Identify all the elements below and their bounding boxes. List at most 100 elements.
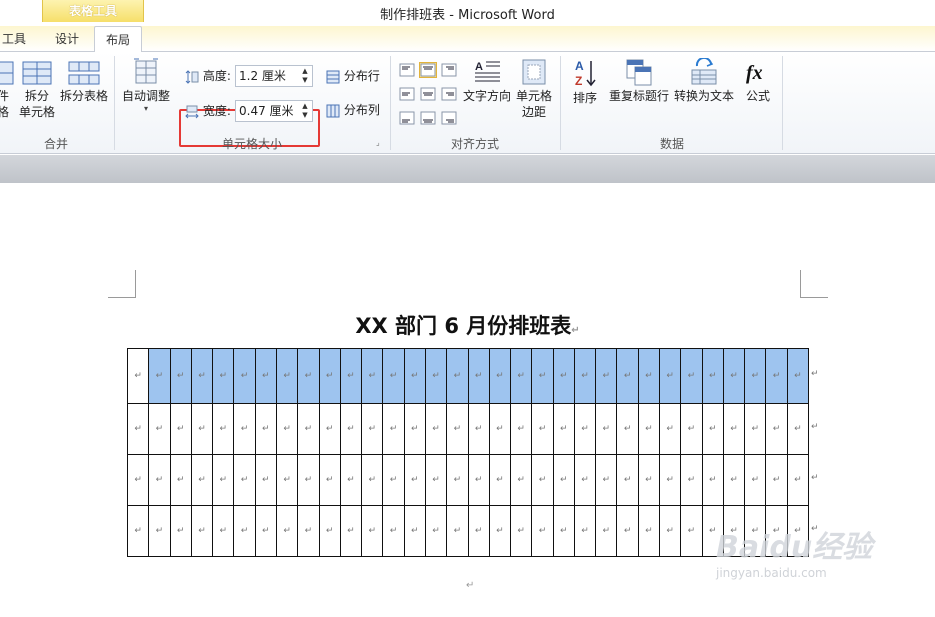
table-cell[interactable]: ↵ bbox=[233, 348, 256, 404]
tab-design[interactable]: 设计 bbox=[44, 26, 90, 52]
height-spinner-arrows-icon[interactable]: ▲ ▼ bbox=[300, 67, 310, 85]
table-cell[interactable]: ↵ bbox=[659, 403, 682, 455]
table-cell[interactable]: ↵ bbox=[169, 403, 192, 455]
formula-button[interactable]: fx 公式 bbox=[740, 58, 776, 104]
align-bottom-left-button[interactable] bbox=[398, 110, 416, 126]
table-cell[interactable]: ↵ bbox=[212, 403, 235, 455]
tab-tools-partial[interactable]: 工具 bbox=[0, 26, 28, 52]
table-cell[interactable]: ↵ bbox=[701, 454, 724, 506]
sort-button[interactable]: AZ 排序 bbox=[567, 58, 603, 106]
table-cell[interactable]: ↵ bbox=[488, 403, 512, 455]
repeat-header-rows-button[interactable]: 重复标题行 bbox=[608, 58, 670, 104]
table-cell[interactable]: ↵ bbox=[488, 505, 512, 557]
table-cell[interactable]: ↵ bbox=[190, 454, 214, 506]
table-cell[interactable]: ↵ bbox=[701, 348, 724, 404]
table-cell[interactable]: ↵ bbox=[765, 348, 788, 404]
table-cell[interactable]: ↵ bbox=[424, 454, 448, 506]
table-cell[interactable]: ↵ bbox=[659, 348, 682, 404]
table-cell[interactable]: ↵ bbox=[552, 505, 575, 557]
table-cell[interactable]: ↵ bbox=[275, 348, 299, 404]
table-cell[interactable]: ↵ bbox=[573, 348, 597, 404]
table-cell[interactable]: ↵ bbox=[297, 454, 320, 506]
table-cell[interactable]: ↵ bbox=[318, 505, 341, 557]
table-cell[interactable]: ↵ bbox=[148, 403, 171, 455]
table-cell[interactable]: ↵ bbox=[169, 454, 192, 506]
autofit-dropdown-arrow-icon[interactable]: ▾ bbox=[118, 104, 174, 114]
merge-cells-button[interactable]: 件 格 bbox=[0, 60, 14, 120]
table-cell[interactable]: ↵ bbox=[573, 454, 597, 506]
split-cells-button[interactable]: 拆分 单元格 bbox=[18, 60, 56, 120]
table-cell[interactable]: ↵ bbox=[190, 403, 214, 455]
table-cell[interactable]: ↵ bbox=[595, 403, 618, 455]
table-cell[interactable]: ↵ bbox=[254, 403, 277, 455]
table-cell[interactable]: ↵ bbox=[297, 403, 320, 455]
table-cell[interactable]: ↵ bbox=[318, 454, 341, 506]
table-cell[interactable]: ↵ bbox=[701, 403, 724, 455]
table-cell[interactable]: ↵ bbox=[446, 403, 469, 455]
table-cell[interactable]: ↵ bbox=[212, 454, 235, 506]
table-cell[interactable]: ↵ bbox=[510, 403, 533, 455]
table-cell[interactable]: ↵ bbox=[786, 348, 810, 404]
table-cell[interactable]: ↵ bbox=[148, 505, 171, 557]
table-cell[interactable]: ↵ bbox=[510, 454, 533, 506]
table-cell[interactable]: ↵ bbox=[659, 505, 682, 557]
tab-layout[interactable]: 布局 bbox=[94, 26, 142, 53]
table-cell[interactable]: ↵ bbox=[722, 403, 746, 455]
align-bottom-center-button[interactable] bbox=[419, 110, 437, 126]
table-cell[interactable]: ↵ bbox=[126, 403, 150, 455]
table-cell[interactable]: ↵ bbox=[488, 454, 512, 506]
table-cell[interactable]: ↵ bbox=[744, 403, 767, 455]
document-title[interactable]: XX 部门 6 月份排班表↵ bbox=[0, 310, 935, 340]
table-cell[interactable]: ↵ bbox=[510, 348, 533, 404]
table-cell[interactable]: ↵ bbox=[659, 454, 682, 506]
table-cell[interactable]: ↵ bbox=[126, 505, 150, 557]
table-cell[interactable]: ↵ bbox=[361, 454, 384, 506]
table-cell[interactable]: ↵ bbox=[148, 454, 171, 506]
table-cell[interactable]: ↵ bbox=[403, 348, 426, 404]
table-cell[interactable]: ↵ bbox=[446, 348, 469, 404]
table-cell[interactable]: ↵ bbox=[403, 454, 426, 506]
table-cell[interactable]: ↵ bbox=[531, 505, 554, 557]
table-cell[interactable]: ↵ bbox=[765, 454, 788, 506]
table-cell[interactable]: ↵ bbox=[254, 505, 277, 557]
table-cell[interactable]: ↵ bbox=[595, 454, 618, 506]
table-cell[interactable]: ↵ bbox=[467, 348, 490, 404]
table-cell[interactable]: ↵ bbox=[318, 403, 341, 455]
table-cell[interactable]: ↵ bbox=[531, 403, 554, 455]
table-cell[interactable]: ↵ bbox=[126, 454, 150, 506]
table-cell[interactable]: ↵ bbox=[510, 505, 533, 557]
table-cell[interactable]: ↵ bbox=[275, 505, 299, 557]
table-cell[interactable]: ↵ bbox=[297, 348, 320, 404]
table-cell[interactable]: ↵ bbox=[637, 348, 661, 404]
align-middle-right-button[interactable] bbox=[440, 86, 458, 102]
table-cell[interactable]: ↵ bbox=[786, 403, 810, 455]
table-cell[interactable]: ↵ bbox=[382, 454, 405, 506]
table-cell[interactable]: ↵ bbox=[595, 505, 618, 557]
table-cell[interactable]: ↵ bbox=[680, 505, 703, 557]
table-cell[interactable]: ↵ bbox=[190, 348, 214, 404]
table-cell[interactable]: ↵ bbox=[446, 505, 469, 557]
table-cell[interactable]: ↵ bbox=[786, 454, 810, 506]
height-spinner[interactable]: 1.2 厘米 ▲ ▼ bbox=[235, 65, 313, 87]
table-cell[interactable]: ↵ bbox=[744, 348, 767, 404]
width-spinner-arrows-icon[interactable]: ▲ ▼ bbox=[300, 102, 310, 120]
table-cell[interactable]: ↵ bbox=[382, 403, 405, 455]
align-top-right-button[interactable] bbox=[440, 62, 458, 78]
table-cell[interactable]: ↵ bbox=[680, 403, 703, 455]
table-cell[interactable]: ↵ bbox=[424, 505, 448, 557]
table-cell[interactable]: ↵ bbox=[382, 348, 405, 404]
table-cell[interactable]: ↵ bbox=[318, 348, 341, 404]
table-cell[interactable]: ↵ bbox=[616, 348, 639, 404]
table-cell[interactable]: ↵ bbox=[467, 403, 490, 455]
table-cell[interactable]: ↵ bbox=[254, 348, 277, 404]
table-cell[interactable]: ↵ bbox=[212, 505, 235, 557]
align-top-center-button[interactable] bbox=[419, 62, 437, 78]
table-cell[interactable]: ↵ bbox=[339, 454, 363, 506]
table-cell[interactable]: ↵ bbox=[424, 348, 448, 404]
table-cell[interactable]: ↵ bbox=[680, 454, 703, 506]
table-cell[interactable]: ↵ bbox=[254, 454, 277, 506]
table-cell[interactable]: ↵ bbox=[765, 403, 788, 455]
table-cell[interactable]: ↵ bbox=[552, 403, 575, 455]
table-cell[interactable]: ↵ bbox=[361, 348, 384, 404]
table-cell[interactable]: ↵ bbox=[339, 348, 363, 404]
